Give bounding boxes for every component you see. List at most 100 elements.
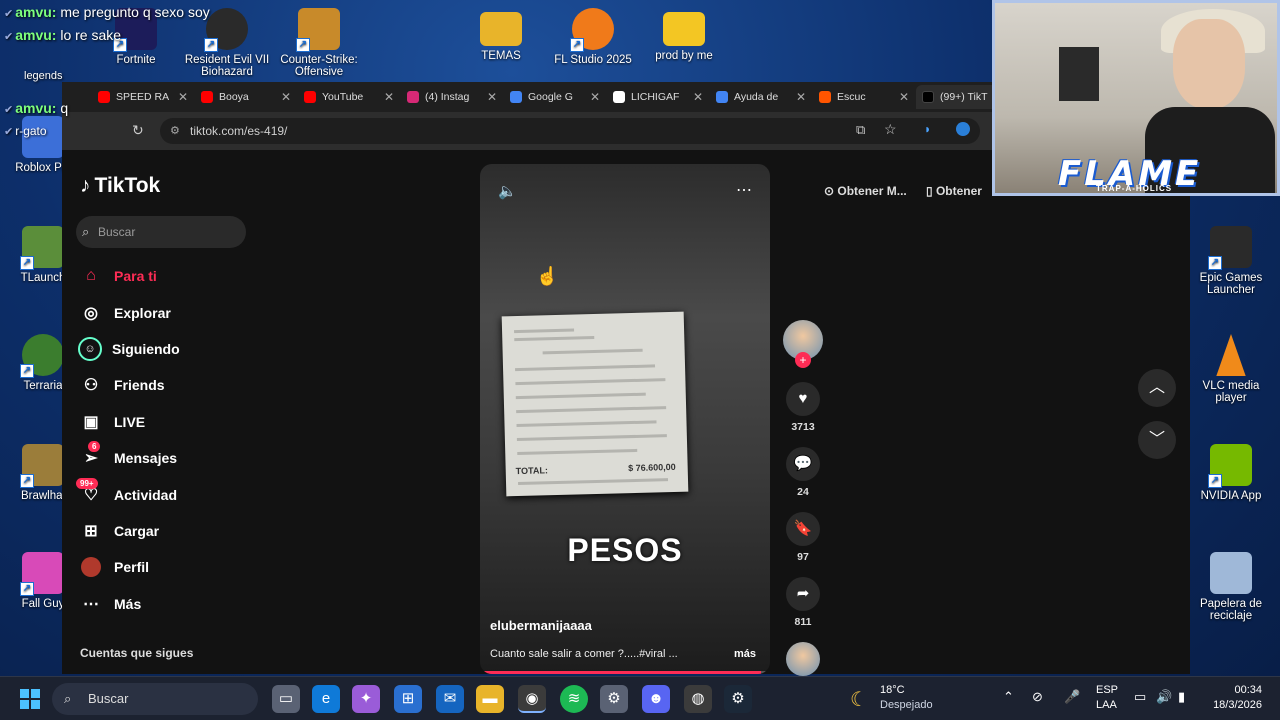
site-info-icon[interactable]: ⚙ bbox=[170, 118, 180, 144]
comment-button[interactable]: 💬 bbox=[786, 447, 820, 481]
desktop-icon-prod-by-me[interactable]: prod by me bbox=[641, 8, 727, 62]
settings-gear-icon[interactable]: ⚙ bbox=[600, 685, 628, 713]
sidebar-item-perfil[interactable]: Perfil bbox=[78, 549, 180, 585]
tab-google-gemini[interactable]: Google G ✕ bbox=[504, 85, 606, 109]
more-icon: ⋯ bbox=[83, 595, 99, 613]
tab-youtube[interactable]: YouTube ✕ bbox=[298, 85, 400, 109]
sidebar-item-mensajes[interactable]: ➢ 6 Mensajes bbox=[78, 440, 180, 476]
close-tab-icon[interactable]: ✕ bbox=[796, 90, 806, 104]
tab-escuchar[interactable]: Escuc ✕ bbox=[813, 85, 915, 109]
tab-speed[interactable]: SPEED RA ✕ bbox=[92, 85, 194, 109]
bookmark-icon: 🔖 bbox=[793, 520, 813, 537]
sidebar-item-siguiendo[interactable]: ☺ Siguiendo bbox=[78, 331, 180, 367]
sidebar-item-explorar[interactable]: ◎ Explorar bbox=[78, 294, 180, 330]
language-code[interactable]: ESP bbox=[1096, 684, 1118, 696]
more-options-icon[interactable]: ⋯ bbox=[736, 180, 752, 200]
store-icon[interactable]: ⊞ bbox=[394, 685, 422, 713]
install-app-icon[interactable]: ⧉ bbox=[856, 122, 865, 138]
reload-icon[interactable]: ↻ bbox=[132, 122, 144, 139]
battery-icon[interactable]: ▮ bbox=[1178, 689, 1185, 705]
sidebar-item-friends[interactable]: ⚇ Friends bbox=[78, 367, 180, 403]
tab-ayuda[interactable]: Ayuda de ✕ bbox=[710, 85, 812, 109]
desktop-icon-nvidia[interactable]: ↗ NVIDIA App bbox=[1188, 444, 1274, 502]
tiktok-logo[interactable]: ♪ TikTok bbox=[80, 174, 160, 198]
vlc-cone-icon bbox=[1216, 334, 1246, 376]
sidebar-nav: ⌂ Para ti ◎ Explorar ☺ Siguiendo ⚇ Friends ▣… bbox=[76, 258, 180, 622]
sidebar-item-mas[interactable]: ⋯ Más bbox=[78, 586, 180, 622]
video-player[interactable]: 🔈 ⋯ ☝ TOTAL: $ 76.600,00 PESOS eluberman… bbox=[480, 164, 770, 674]
edge-icon[interactable]: e bbox=[312, 685, 340, 713]
google-favicon-icon bbox=[613, 91, 625, 103]
youtube-favicon-icon bbox=[201, 91, 213, 103]
taskbar-search[interactable]: ⌕ Buscar bbox=[52, 683, 258, 715]
wall-poster bbox=[1059, 47, 1099, 101]
sidebar-item-para-ti[interactable]: ⌂ Para ti bbox=[78, 258, 180, 294]
weather-moon-icon: ☾ bbox=[850, 689, 868, 711]
close-tab-icon[interactable]: ✕ bbox=[281, 90, 291, 104]
network-off-icon[interactable]: ⊘ bbox=[1032, 689, 1043, 705]
monitor-icon[interactable]: ▭ bbox=[1134, 689, 1146, 705]
sidebar-item-live[interactable]: ▣ LIVE bbox=[78, 404, 180, 440]
tab-lichigaf[interactable]: LICHIGAF ✕ bbox=[607, 85, 709, 109]
weather-desc[interactable]: Despejado bbox=[880, 699, 933, 711]
desktop-icon-vlc[interactable]: VLC media player bbox=[1188, 334, 1274, 404]
like-count: 3713 bbox=[791, 421, 815, 433]
speaker-icon[interactable]: 🔊 bbox=[1156, 689, 1172, 705]
task-view-icon[interactable]: ▭ bbox=[272, 685, 300, 713]
file-explorer-icon[interactable]: ▬ bbox=[476, 685, 504, 713]
profile-extension-icon[interactable] bbox=[956, 122, 970, 136]
extension-icon[interactable]: ◗ bbox=[924, 122, 931, 136]
close-tab-icon[interactable]: ✕ bbox=[590, 90, 600, 104]
creator-avatar[interactable]: + bbox=[783, 320, 823, 368]
chevron-up-icon: ︿ bbox=[1148, 379, 1165, 396]
desktop-icon-epic-games[interactable]: ↗ Epic Games Launcher bbox=[1188, 226, 1274, 296]
weather-temp[interactable]: 18°C bbox=[880, 684, 905, 696]
sound-avatar[interactable] bbox=[786, 642, 820, 676]
sidebar-item-cargar[interactable]: ⊞ Cargar bbox=[78, 513, 180, 549]
follow-plus-icon[interactable]: + bbox=[795, 352, 811, 368]
close-tab-icon[interactable]: ✕ bbox=[899, 90, 909, 104]
discord-icon[interactable]: ☻ bbox=[642, 685, 670, 713]
volume-icon[interactable]: 🔈 bbox=[498, 182, 517, 200]
video-author[interactable]: elubermanijaaaa bbox=[490, 618, 592, 633]
get-desktop-app-button[interactable]: ▯ Obtener bbox=[926, 180, 982, 202]
language-layout[interactable]: LAA bbox=[1096, 699, 1117, 711]
tab-booya[interactable]: Booya ✕ bbox=[195, 85, 297, 109]
desktop-icon-fl-studio[interactable]: ↗ FL Studio 2025 bbox=[550, 8, 636, 66]
close-tab-icon[interactable]: ✕ bbox=[487, 90, 497, 104]
copilot-icon[interactable]: ✦ bbox=[352, 685, 380, 713]
save-button[interactable]: 🔖 bbox=[786, 512, 820, 546]
bookmark-star-icon[interactable]: ☆ bbox=[884, 121, 897, 138]
receipt-image: TOTAL: $ 76.600,00 bbox=[501, 311, 689, 497]
close-tab-icon[interactable]: ✕ bbox=[178, 90, 188, 104]
clock-date[interactable]: 18/3/2026 bbox=[1206, 699, 1262, 711]
more-description-link[interactable]: más bbox=[734, 648, 756, 660]
chevron-up-icon[interactable]: ⌃ bbox=[1003, 689, 1014, 705]
desktop-icon-recycle-bin[interactable]: Papelera de reciclaje bbox=[1188, 552, 1274, 622]
activity-icon: ♡ 99+ bbox=[76, 477, 104, 506]
messages-badge: 6 bbox=[88, 441, 101, 453]
chrome-icon[interactable]: ◉ bbox=[518, 685, 546, 713]
chat-message: ✔ amvu: q bbox=[4, 100, 69, 116]
tab-instagram[interactable]: (4) Instag ✕ bbox=[401, 85, 503, 109]
spotify-icon[interactable]: ≋ bbox=[560, 685, 588, 713]
steam-icon[interactable]: ⚙ bbox=[724, 685, 752, 713]
desktop-icon-counter-strike[interactable]: ↗ Counter-Strike: Offensive bbox=[276, 8, 362, 78]
get-app-button[interactable]: ⊙ Obtener M... bbox=[824, 180, 907, 202]
share-button[interactable]: ➦ bbox=[786, 577, 820, 611]
desktop-icon-temas[interactable]: TEMAS bbox=[458, 8, 544, 62]
previous-video-button[interactable]: ︿ bbox=[1138, 369, 1176, 407]
close-tab-icon[interactable]: ✕ bbox=[384, 90, 394, 104]
recording-app-icon[interactable]: ◍ bbox=[684, 685, 712, 713]
like-button[interactable]: ♥ bbox=[786, 382, 820, 416]
outlook-icon[interactable]: ✉ bbox=[436, 685, 464, 713]
microphone-icon[interactable]: 🎤 bbox=[1064, 689, 1080, 705]
next-video-button[interactable]: ﹀ bbox=[1138, 421, 1176, 459]
share-count: 811 bbox=[794, 616, 812, 628]
sidebar-item-actividad[interactable]: ♡ 99+ Actividad bbox=[76, 476, 180, 512]
video-progress-bar[interactable] bbox=[480, 671, 770, 674]
search-input[interactable]: ⌕ Buscar bbox=[76, 216, 246, 248]
close-tab-icon[interactable]: ✕ bbox=[693, 90, 703, 104]
clock-time[interactable]: 00:34 bbox=[1206, 684, 1262, 696]
windows-start-icon[interactable] bbox=[20, 689, 40, 709]
